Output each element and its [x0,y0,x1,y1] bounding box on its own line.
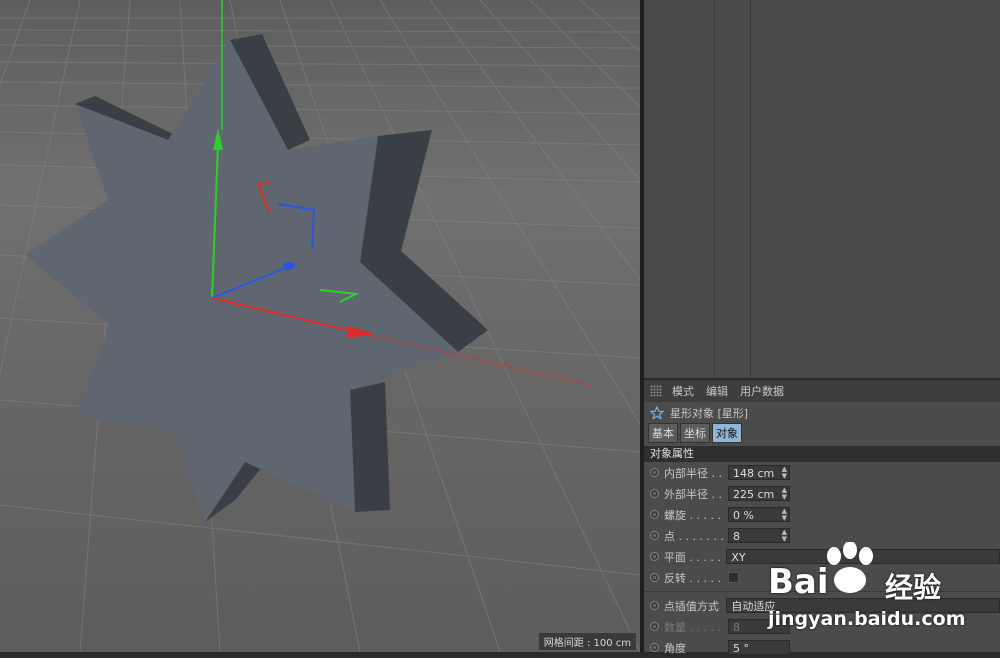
grip-icon[interactable] [650,385,662,397]
viewport-3d[interactable]: 网格间距 : 100 cm [0,0,640,652]
column-divider[interactable] [750,0,751,378]
attribute-menu-bar: 模式 编辑 用户数据 [644,380,1000,402]
menu-user-data[interactable]: 用户数据 [740,383,784,399]
spinner-icon[interactable]: ▲ ▼ [782,487,787,501]
animate-toggle[interactable] [650,643,659,652]
twist-label: 螺旋 . . . . . [664,508,721,522]
watermark-brand: Bai [768,562,829,602]
twist-row: 螺旋 . . . . . 0 % ▲ ▼ [644,504,1000,525]
points-label: 点 . . . . . . . [664,529,724,543]
animate-toggle[interactable] [650,510,659,519]
plane-label: 平面 . . . . . [663,550,721,564]
inner-radius-input[interactable]: 148 cm ▲ ▼ [728,465,790,480]
tab-coord[interactable]: 坐标 [680,423,710,443]
animate-toggle[interactable] [650,622,659,631]
animate-toggle[interactable] [650,601,659,610]
points-value: 8 [733,530,740,543]
menu-edit[interactable]: 编辑 [706,383,728,399]
watermark-url: jingyan.baidu.com [768,608,966,630]
inner-radius-label: 内部半径 . . [664,466,722,480]
tab-basic[interactable]: 基本 [648,423,678,443]
inner-radius-value: 148 cm [733,467,775,480]
outer-radius-row: 外部半径 . . 225 cm ▲ ▼ [644,483,1000,504]
animate-toggle[interactable] [650,489,659,498]
inner-radius-row: 内部半径 . . 148 cm ▲ ▼ [644,462,1000,483]
spinner-icon[interactable]: ▲ ▼ [782,466,787,480]
reverse-checkbox[interactable] [728,572,739,583]
paw-logo-icon [827,542,873,593]
section-header: 对象属性 [644,446,1000,462]
watermark-brand-cn: 经验 [885,571,942,604]
angle-row: 角度 5 ° [644,637,1000,658]
attribute-tabs: 基本 坐标 对象 [644,423,1000,443]
animate-toggle[interactable] [650,531,659,540]
interpolation-label: 点插值方式 [663,599,719,613]
spinner-icon[interactable]: ▲ ▼ [782,508,787,522]
count-label: 数量 . . . . . [664,620,721,634]
viewport-canvas[interactable] [0,0,640,652]
animate-toggle[interactable] [650,468,659,477]
reverse-label: 反转 . . . . . [664,571,721,585]
baidu-watermark: Bai 经验 jingyan.baidu.com [760,540,1000,640]
star-object[interactable] [25,34,488,522]
twist-value: 0 % [733,509,754,522]
tab-object[interactable]: 对象 [712,423,742,443]
column-divider[interactable] [714,0,715,378]
object-manager[interactable] [644,0,1000,378]
outer-radius-label: 外部半径 . . [664,487,722,501]
animate-toggle[interactable] [650,573,659,582]
animate-toggle[interactable] [650,552,659,561]
outer-radius-input[interactable]: 225 cm ▲ ▼ [728,486,790,501]
object-title: 星形对象 [星形] [670,407,749,420]
menu-mode[interactable]: 模式 [672,383,694,399]
star-icon [650,406,664,420]
object-title-row: 星形对象 [星形] [644,402,1000,424]
outer-radius-value: 225 cm [733,488,775,501]
angle-label: 角度 [664,641,686,655]
angle-input[interactable]: 5 ° [728,640,790,655]
twist-input[interactable]: 0 % ▲ ▼ [728,507,790,522]
grid-spacing-label: 网格间距 : 100 cm [538,633,636,650]
